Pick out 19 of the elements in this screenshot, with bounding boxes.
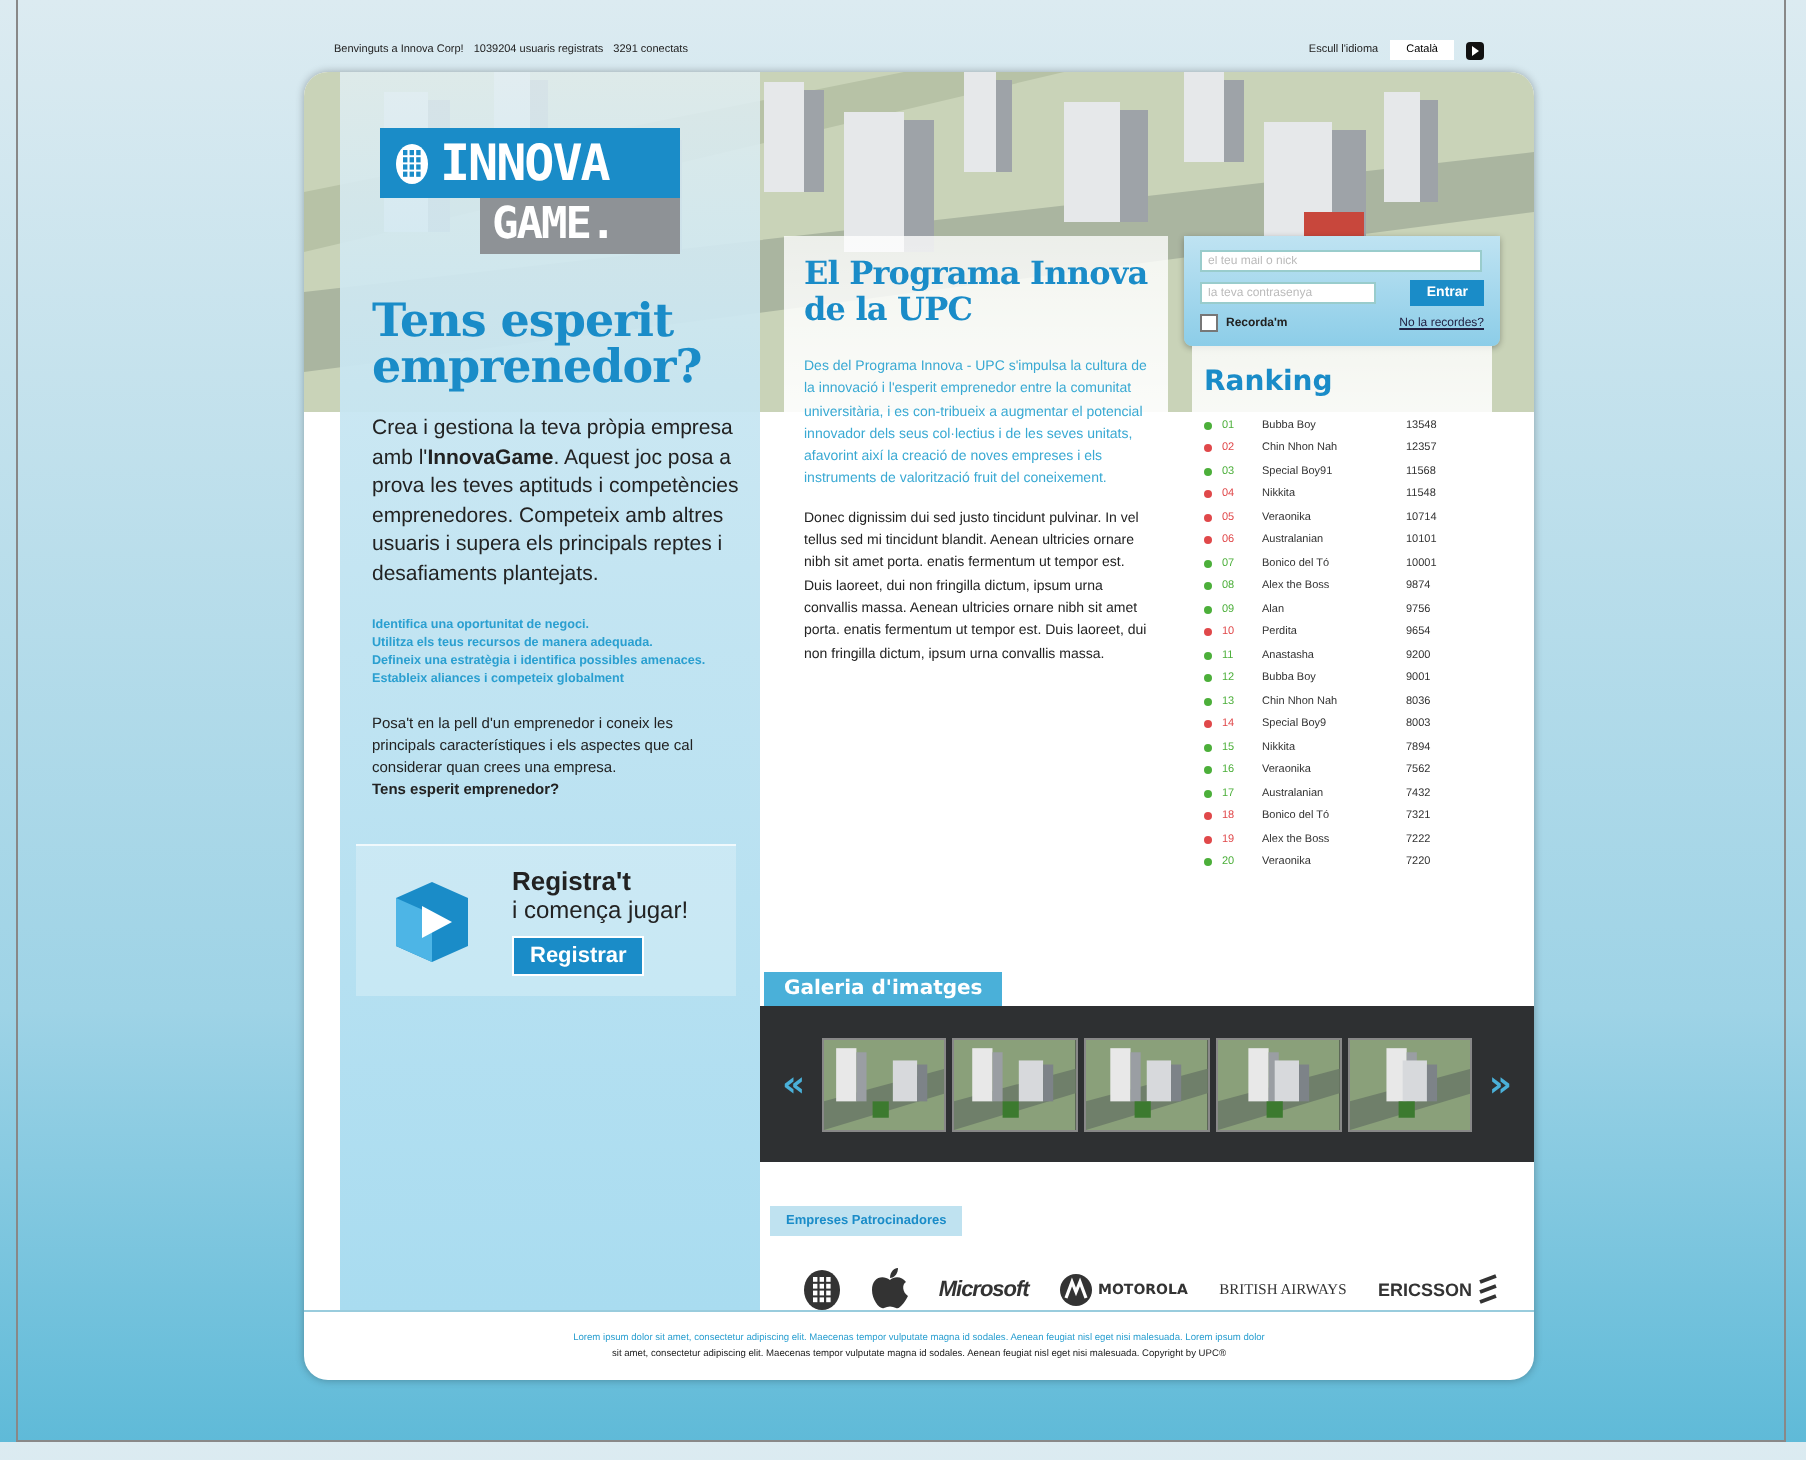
batwing-icon bbox=[1060, 1273, 1093, 1305]
sponsor-logo: Microsoft bbox=[938, 1277, 1029, 1301]
sponsor-logo: ERICSSON bbox=[1377, 1279, 1472, 1299]
intro-text: Crea i gestiona la teva pròpia empresa amb l'InnovaGame. Aquest joc posa a prova les teves aptituds i competències emprenedores. Competeix amb altres usuaris i supera els principals reptes i desafiaments plantejats. bbox=[372, 414, 740, 588]
stripes-icon bbox=[1477, 1274, 1498, 1304]
next-button[interactable]: » bbox=[1478, 1063, 1523, 1106]
apple-icon bbox=[871, 1268, 908, 1310]
remember-checkbox[interactable] bbox=[1200, 314, 1218, 332]
program-title: El Programa Innova de la UPC bbox=[804, 256, 1150, 328]
register-title: Registra't bbox=[512, 866, 631, 896]
grid-icon bbox=[396, 143, 428, 183]
dropdown-icon[interactable] bbox=[1466, 41, 1484, 59]
register-button[interactable]: Registrar bbox=[512, 936, 645, 976]
previous-button[interactable]: « bbox=[772, 1063, 816, 1106]
grid-logo-icon bbox=[804, 1269, 840, 1309]
register-subtitle: i comença jugar! bbox=[512, 896, 689, 924]
ranking-title: Ranking bbox=[1204, 366, 1335, 398]
intro-title: Tens esperit emprenedor? bbox=[372, 298, 704, 390]
innova-game-logo: INNOVA GAME. bbox=[380, 128, 680, 254]
